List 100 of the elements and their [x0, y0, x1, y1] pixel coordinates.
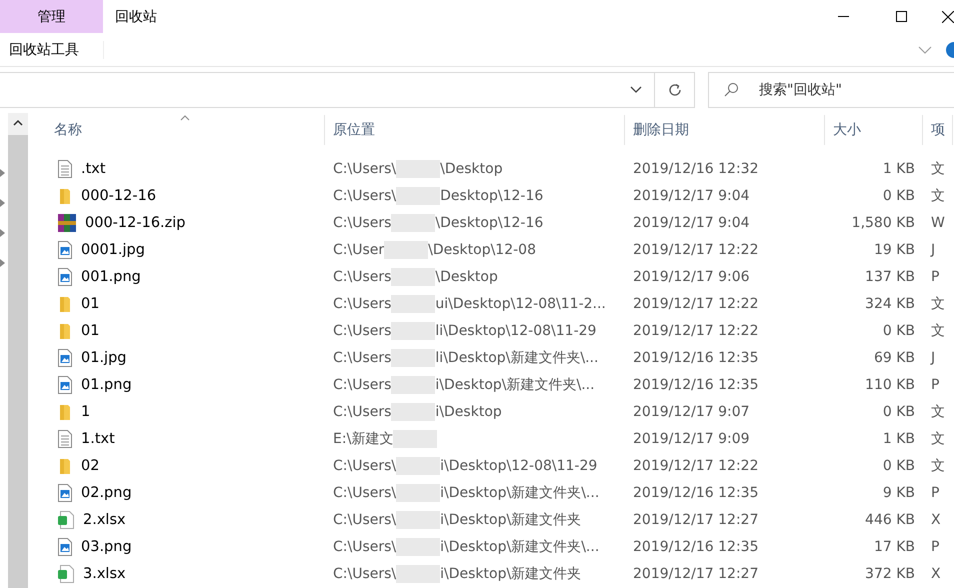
search-icon	[723, 82, 739, 98]
folder-icon	[58, 456, 72, 474]
file-name[interactable]: 001.png	[81, 268, 141, 284]
file-name[interactable]: 01.png	[81, 376, 132, 392]
file-name[interactable]: 01.jpg	[81, 350, 126, 366]
scrollbar[interactable]	[8, 113, 28, 588]
file-size: 446 KB	[865, 512, 915, 528]
column-header[interactable]: 项	[923, 115, 953, 145]
table-cell: W	[931, 214, 945, 230]
file-name[interactable]: 03.png	[81, 538, 132, 554]
file-size: 0 KB	[882, 322, 915, 338]
location-text: \Desktop	[440, 160, 503, 176]
file-size: 69 KB	[874, 350, 915, 366]
file-name[interactable]: 02.png	[81, 484, 132, 500]
file-size: 9 KB	[882, 484, 915, 500]
location-text: C:\Users\	[333, 512, 396, 528]
sort-caret-icon	[180, 115, 190, 121]
table-cell: J	[931, 350, 936, 366]
file-name[interactable]: 1	[81, 404, 90, 420]
maximize-icon	[896, 11, 906, 22]
folder-icon	[58, 294, 72, 312]
search-field[interactable]: 搜索"回收站"	[708, 72, 954, 108]
file-size: 19 KB	[874, 242, 915, 258]
file-name[interactable]: 000-12-16.zip	[85, 214, 186, 230]
file-size: 17 KB	[874, 538, 915, 554]
refresh-button[interactable]	[655, 72, 695, 108]
location-text: Desktop\12-16	[440, 188, 544, 204]
column-header[interactable]: 大小	[825, 115, 923, 145]
folder-icon	[58, 186, 72, 204]
date-deleted: 2019/12/16 12:35	[633, 538, 758, 554]
location-text: C:\Users\	[333, 458, 396, 474]
location-text: C:\Users	[333, 322, 392, 338]
column-header[interactable]: 名称	[46, 115, 325, 145]
location-text: C:\Users\	[333, 160, 396, 176]
chevron-down-icon[interactable]	[630, 86, 642, 94]
image-file-icon	[58, 348, 72, 366]
location-text: C:\Users\	[333, 188, 396, 204]
file-size: 0 KB	[882, 404, 915, 420]
date-deleted: 2019/12/17 12:22	[633, 458, 758, 474]
location-text: i\Desktop\12-08\11-29	[440, 458, 598, 474]
help-icon[interactable]	[946, 42, 954, 58]
location-text: ui\Desktop\12-08\11-2...	[435, 296, 606, 312]
date-deleted: 2019/12/17 9:04	[633, 188, 750, 204]
table-cell: 文	[931, 402, 945, 420]
table-cell: 文	[931, 430, 945, 448]
expand-arrow-icon[interactable]	[0, 199, 6, 207]
close-icon	[942, 10, 954, 22]
ribbon-context-tab[interactable]: 管理	[0, 0, 103, 33]
text-file-icon	[58, 160, 72, 178]
date-deleted: 2019/12/17 12:27	[633, 512, 758, 528]
date-deleted: 2019/12/16 12:35	[633, 350, 758, 366]
location-text: \Desktop\12-16	[435, 214, 544, 230]
date-deleted: 2019/12/16 12:35	[633, 376, 758, 392]
file-size: 0 KB	[882, 458, 915, 474]
image-file-icon	[58, 376, 72, 394]
date-deleted: 2019/12/16 12:35	[633, 484, 758, 500]
location-text: C:\Users	[333, 404, 392, 420]
column-header[interactable]: 原位置	[325, 115, 625, 145]
window-title: 回收站	[115, 8, 157, 26]
file-name[interactable]: 02	[81, 458, 100, 474]
file-name[interactable]: 1.txt	[81, 430, 115, 446]
file-name[interactable]: .txt	[81, 160, 106, 176]
location-text: C:\Users\	[333, 538, 396, 554]
table-cell: P	[931, 538, 940, 554]
archive-icon	[58, 214, 76, 232]
date-deleted: 2019/12/16 12:32	[633, 160, 758, 176]
date-deleted: 2019/12/17 9:09	[633, 430, 750, 446]
column-header[interactable]: 删除日期	[625, 115, 825, 145]
location-text: C:\Users	[333, 268, 392, 284]
spreadsheet-file-icon	[58, 510, 74, 528]
file-name[interactable]: 01	[81, 296, 100, 312]
file-name[interactable]: 0001.jpg	[81, 242, 145, 258]
location-text: i\Desktop\新建文件夹\...	[440, 484, 600, 502]
refresh-icon	[666, 82, 682, 98]
location-text: C:\Users\	[333, 566, 396, 582]
date-deleted: 2019/12/17 12:22	[633, 322, 758, 338]
expand-arrow-icon[interactable]	[0, 259, 6, 267]
folder-icon	[58, 322, 72, 340]
location-text: C:\Users\	[333, 484, 396, 500]
location-text: C:\User	[333, 242, 384, 258]
file-size: 1,580 KB	[852, 214, 915, 230]
file-name[interactable]: 000-12-16	[81, 188, 156, 204]
date-deleted: 2019/12/17 12:22	[633, 242, 758, 258]
location-text: i\Desktop\新建文件夹	[440, 564, 582, 582]
location-text: E:\新建文	[333, 430, 394, 448]
date-deleted: 2019/12/17 9:06	[633, 268, 750, 284]
expand-arrow-icon[interactable]	[0, 169, 6, 177]
file-name[interactable]: 01	[81, 322, 100, 338]
table-cell: X	[931, 566, 941, 582]
image-file-icon	[58, 268, 72, 286]
spreadsheet-file-icon	[58, 564, 74, 582]
ribbon-tab[interactable]: 回收站工具	[0, 40, 104, 58]
table-cell: J	[931, 242, 936, 258]
location-text: li\Desktop\12-08\11-29	[435, 322, 596, 338]
location-text: li\Desktop\新建文件夹\...	[435, 348, 598, 366]
expand-arrow-icon[interactable]	[0, 229, 6, 237]
file-name[interactable]: 3.xlsx	[83, 566, 126, 582]
file-size: 1 KB	[882, 430, 915, 446]
location-text: \Desktop	[435, 268, 498, 284]
file-name[interactable]: 2.xlsx	[83, 512, 126, 528]
